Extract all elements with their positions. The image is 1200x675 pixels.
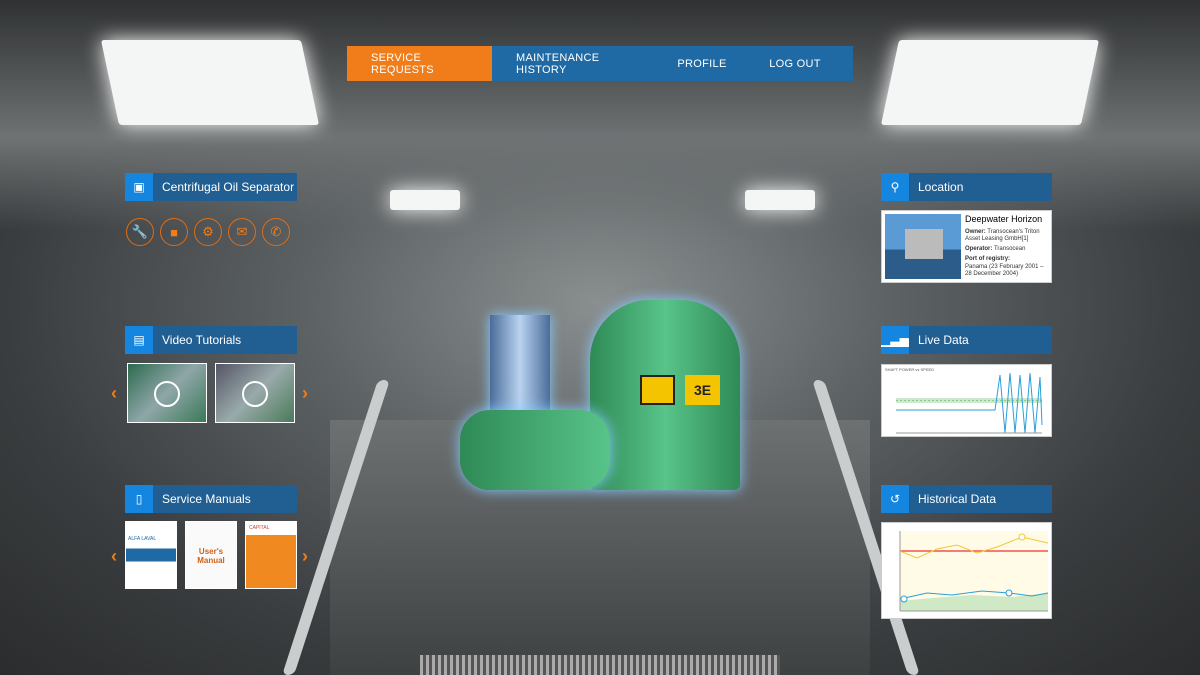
manual-cover[interactable]: CAPITAL <box>245 521 297 589</box>
film-icon: ▤ <box>125 326 153 354</box>
historical-title: Historical Data <box>918 492 997 506</box>
series-marker <box>900 595 908 603</box>
video-title: Video Tutorials <box>162 333 242 347</box>
historical-chart[interactable] <box>881 522 1052 619</box>
location-header: ⚲ Location <box>881 173 1052 201</box>
live-data-header: ▁▃▅ Live Data <box>881 326 1052 354</box>
manuals-title: Service Manuals <box>162 492 251 506</box>
operator-label: Operator: <box>965 246 993 253</box>
nav-log-out[interactable]: LOG OUT <box>737 46 853 81</box>
manual-title: ALFA LAVAL <box>128 536 157 542</box>
owner-label: Owner: <box>965 228 986 235</box>
ceiling-light <box>880 40 1100 125</box>
live-data-title: Live Data <box>918 333 969 347</box>
manual-title: CAPITAL <box>249 525 270 531</box>
port-label: Port of registry: <box>965 256 1011 263</box>
historical-header: ↺ Historical Data <box>881 485 1052 513</box>
nav-profile[interactable]: PROFILE <box>667 46 737 81</box>
history-icon: ↺ <box>881 485 909 513</box>
location-name: Deepwater Horizon <box>965 214 1043 224</box>
video-thumbnail[interactable] <box>215 363 295 423</box>
map-pin-icon: ⚲ <box>881 173 909 201</box>
mail-icon[interactable]: ✉ <box>228 218 256 246</box>
equipment-header: ▣ Centrifugal Oil Separator <box>125 173 297 201</box>
floor-grate <box>420 655 780 675</box>
brand-badge: 3E <box>685 375 720 405</box>
cube-icon: ▣ <box>125 173 153 201</box>
top-nav: SERVICE REQUESTS MAINTENANCE HISTORY PRO… <box>347 46 853 81</box>
series-marker <box>1005 589 1013 597</box>
bar-chart-icon: ▁▃▅ <box>881 326 909 354</box>
manuals-next-arrow[interactable]: › <box>302 546 308 567</box>
video-header: ▤ Video Tutorials <box>125 326 297 354</box>
equipment-title: Centrifugal Oil Separator <box>162 180 295 194</box>
document-icon: ▯ <box>125 485 153 513</box>
live-data-chart[interactable]: SHAFT POWER vs SPEED <box>881 364 1052 437</box>
chart-title: SHAFT POWER vs SPEED <box>885 367 935 372</box>
location-title: Location <box>918 180 964 194</box>
manuals-prev-arrow[interactable]: ‹ <box>111 546 117 567</box>
gears-icon[interactable]: ⚙ <box>194 218 222 246</box>
series-marker <box>1018 533 1026 541</box>
manual-cover[interactable]: User's Manual <box>185 521 237 589</box>
operator-value: Transocean <box>993 246 1026 253</box>
rig-photo <box>885 214 962 279</box>
nav-service-requests[interactable]: SERVICE REQUESTS <box>347 46 492 81</box>
video-next-arrow[interactable]: › <box>302 383 308 404</box>
ceiling-light <box>100 40 320 125</box>
oil-separator-model[interactable]: 3E <box>460 290 740 505</box>
manual-cover[interactable]: ALFA LAVAL <box>125 521 177 589</box>
historical-chart-svg <box>899 531 1049 612</box>
video-thumbnail[interactable] <box>127 363 207 423</box>
location-card[interactable]: Deepwater Horizon Owner: Transocean's Tr… <box>881 210 1052 283</box>
nav-maintenance-history[interactable]: MAINTENANCE HISTORY <box>492 46 667 81</box>
port-value: Panama (23 February 2001 – 28 December 2… <box>965 263 1044 277</box>
manuals-header: ▯ Service Manuals <box>125 485 297 513</box>
phone-icon[interactable]: ✆ <box>262 218 290 246</box>
manual-title: User's Manual <box>197 547 225 565</box>
live-chart-svg <box>896 372 1043 434</box>
ceiling-light <box>745 190 815 210</box>
wrench-icon[interactable]: 🔧 <box>126 218 154 246</box>
book-icon[interactable]: ■ <box>160 218 188 246</box>
ceiling-light <box>390 190 460 210</box>
video-prev-arrow[interactable]: ‹ <box>111 383 117 404</box>
